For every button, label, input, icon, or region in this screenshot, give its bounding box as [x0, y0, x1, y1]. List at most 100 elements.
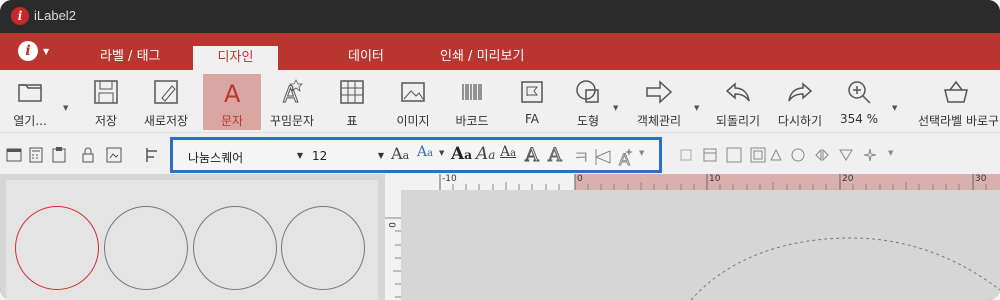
object-manage-label: 객체관리: [636, 114, 682, 128]
ruler-ticks: [385, 217, 401, 298]
barcode-label: 바코드: [455, 114, 489, 128]
image-icon: [401, 82, 425, 102]
svg-text:A: A: [224, 80, 241, 106]
redo-label: 다시하기: [777, 114, 823, 128]
info-icon: i: [18, 41, 38, 61]
ruler-label: 0: [577, 174, 583, 184]
select-label-label: 선택라벨 바로구: [918, 114, 1000, 128]
font-family-select[interactable]: 나눔스퀘어 ▼: [183, 146, 305, 166]
text-button[interactable]: A 문자: [203, 74, 261, 130]
ruler-label: 30: [975, 174, 987, 184]
horizontal-ruler: -10 0 10 20 30: [385, 174, 1000, 191]
outline-square-icon[interactable]: [678, 147, 694, 163]
ruler-label: 20: [842, 174, 854, 184]
app-logo-icon: i: [11, 7, 29, 25]
lock-icon[interactable]: [80, 147, 96, 163]
open-dropdown-icon[interactable]: ▼: [63, 104, 68, 112]
font-size-select[interactable]: 12 ▼: [308, 146, 386, 166]
redo-icon: [788, 82, 813, 102]
chevron-down-icon: ▼: [43, 47, 50, 56]
save-as-button[interactable]: 새로저장: [140, 74, 192, 130]
redo-button[interactable]: 다시하기: [772, 74, 828, 130]
text-label: 문자: [220, 114, 244, 128]
effect-icon[interactable]: [862, 147, 878, 163]
font-color-icon[interactable]: Aa: [417, 144, 433, 160]
zoom-label: 354 %: [839, 112, 879, 126]
rotate-icon[interactable]: [790, 147, 806, 163]
fancy-text-button[interactable]: A 꾸밈문자: [266, 74, 318, 130]
arrow-right-icon: [646, 80, 673, 104]
underline-icon[interactable]: Aa: [500, 144, 516, 160]
object-dropdown-icon[interactable]: ▼: [694, 104, 699, 112]
table-label: 표: [346, 114, 358, 128]
table-icon: [340, 80, 364, 104]
shape-tool-icon[interactable]: [768, 147, 784, 163]
label-thumbnail-selected[interactable]: [15, 206, 99, 290]
zoom-dropdown-icon[interactable]: ▼: [892, 104, 897, 112]
tab-print-preview[interactable]: 인쇄 / 미리보기: [440, 45, 524, 64]
basket-icon: [944, 80, 968, 103]
shadow-text-icon[interactable]: A: [548, 144, 563, 167]
mirror-icon[interactable]: [838, 147, 854, 163]
ribbon-tab-bar: i ▼ 라벨 / 태그 디자인 데이터 인쇄 / 미리보기: [0, 33, 1000, 70]
table-button[interactable]: 표: [330, 74, 374, 130]
text-icon: A: [224, 80, 241, 106]
flip-icon[interactable]: [814, 147, 830, 163]
barcode-button[interactable]: 바코드: [448, 74, 496, 130]
shape-button[interactable]: 도형: [566, 74, 610, 130]
label-thumbnail[interactable]: [193, 206, 277, 290]
app-menu-button[interactable]: i ▼: [18, 38, 52, 64]
outline-text-icon[interactable]: A: [525, 144, 540, 167]
folder-icon: [18, 84, 42, 102]
shape-dropdown-icon[interactable]: ▼: [613, 104, 618, 112]
tab-label-tag[interactable]: 라벨 / 태그: [100, 45, 161, 64]
vertical-text-icon[interactable]: ㅋ: [573, 144, 590, 170]
align-left-icon[interactable]: [145, 147, 161, 163]
text-effect-icon[interactable]: A: [617, 147, 637, 167]
shape-label: 도형: [576, 114, 600, 128]
font-color-dropdown-icon[interactable]: ▼: [439, 149, 444, 157]
inner-square-icon[interactable]: [750, 147, 766, 163]
italic-icon[interactable]: Aa: [476, 144, 495, 164]
app-title: iLabel2: [34, 8, 76, 23]
svg-text:A: A: [283, 83, 298, 106]
window-icon[interactable]: [6, 147, 22, 163]
bold-icon[interactable]: Aa: [451, 144, 472, 164]
auto-fit-font-icon[interactable]: Aa: [391, 144, 409, 163]
font-size-value: 12: [312, 149, 328, 163]
design-canvas[interactable]: [401, 190, 1000, 300]
fa-icon: [521, 81, 543, 103]
undo-label: 되돌리기: [715, 114, 761, 128]
frame-icon[interactable]: [702, 147, 718, 163]
save-as-icon: [154, 80, 178, 104]
fancy-text-label: 꾸밈문자: [269, 114, 315, 128]
app-window: i iLabel2 i ▼ 라벨 / 태그 디자인 데이터 인쇄 / 미리보기 …: [0, 0, 1000, 300]
label-thumbnail[interactable]: [104, 206, 188, 290]
calculator-icon[interactable]: [28, 147, 44, 163]
text-effect-dropdown-icon[interactable]: ▼: [639, 149, 644, 157]
ribbon: 열기... ▼ 저장 새로저장 A 문자 A 꾸밈문자 표 이미지 바코드 FA…: [0, 70, 1000, 132]
fancy-text-icon: A: [283, 79, 303, 106]
object-manage-button[interactable]: 객체관리: [628, 74, 690, 130]
open-button[interactable]: 열기...: [8, 74, 52, 130]
save-button[interactable]: 저장: [84, 74, 128, 130]
tab-design[interactable]: 디자인: [193, 46, 278, 70]
save-icon: [94, 80, 118, 104]
zoom-button[interactable]: 354 %: [836, 74, 882, 130]
fa-label: FA: [524, 112, 539, 126]
text-direction-icon[interactable]: [593, 147, 613, 167]
clipboard-icon[interactable]: [51, 147, 67, 163]
zoom-icon: [848, 81, 871, 104]
ruler-ticks: [439, 174, 987, 190]
select-label-button[interactable]: 선택라벨 바로구: [912, 74, 1000, 130]
effect-dropdown-icon[interactable]: ▼: [888, 149, 893, 157]
image-button[interactable]: 이미지: [390, 74, 436, 130]
tab-data[interactable]: 데이터: [348, 45, 384, 64]
barcode-icon: [462, 84, 482, 100]
label-thumbnail[interactable]: [281, 206, 365, 290]
square-icon[interactable]: [726, 147, 742, 163]
fa-button[interactable]: FA: [510, 74, 554, 130]
chevron-down-icon: ▼: [377, 151, 384, 160]
image-frame-icon[interactable]: [106, 147, 122, 163]
undo-button[interactable]: 되돌리기: [710, 74, 766, 130]
